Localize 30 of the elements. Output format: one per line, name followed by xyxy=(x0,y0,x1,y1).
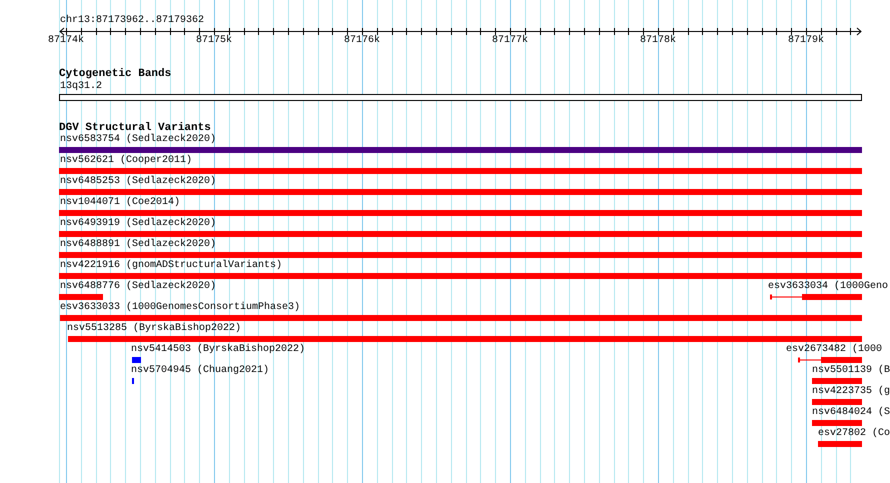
feature-label: nsv6484024 (S xyxy=(812,407,890,419)
feature-label: nsv5501139 (B xyxy=(812,365,890,377)
location-label: chr13:87173962..87179362 xyxy=(60,15,204,27)
feature-bar[interactable] xyxy=(770,294,862,300)
feature-label: nsv4223735 (g xyxy=(812,386,890,398)
feature-label: nsv5513285 (ByrskaBishop2022) xyxy=(67,323,242,335)
feature-label: nsv1044071 (Coe2014) xyxy=(60,197,180,209)
feature-label: nsv5414503 (ByrskaBishop2022) xyxy=(131,344,306,356)
feature-label: esv2673482 (1000 xyxy=(786,344,882,356)
feature-label: nsv6493919 (Sedlazeck2020) xyxy=(60,218,216,230)
tick-label: 87178k xyxy=(640,35,676,47)
feature-bar[interactable] xyxy=(798,357,862,363)
feature-label: nsv6488776 (Sedlazeck2020) xyxy=(60,281,216,293)
feature-label: nsv6485253 (Sedlazeck2020) xyxy=(60,176,216,188)
feature-label: esv27802 (Co xyxy=(818,428,890,440)
feature-label: nsv4221916 (gnomADStructuralVariants) xyxy=(60,260,282,272)
tick-label: 87179k xyxy=(788,35,824,47)
feature-label: nsv6583754 (Sedlazeck2020) xyxy=(60,134,216,146)
track-title: DGV Structural Variants xyxy=(59,122,211,134)
tick-label: 87175k xyxy=(196,35,232,47)
feature-label: esv3633033 (1000GenomesConsortiumPhase3) xyxy=(60,302,300,314)
track-title: Cytogenetic Bands xyxy=(59,68,172,80)
tick-label: 87176k xyxy=(344,35,380,47)
feature-label: nsv5704945 (Chuang2021) xyxy=(131,365,270,377)
tick-label: 87174k xyxy=(48,35,84,47)
feature-label: nsv562621 (Cooper2011) xyxy=(60,155,192,167)
tick-label: 87177k xyxy=(492,35,528,47)
feature-label: nsv6488891 (Sedlazeck2020) xyxy=(60,239,216,251)
band-label: 13q31.2 xyxy=(60,81,102,93)
feature-label: esv3633034 (1000Geno xyxy=(768,281,888,293)
